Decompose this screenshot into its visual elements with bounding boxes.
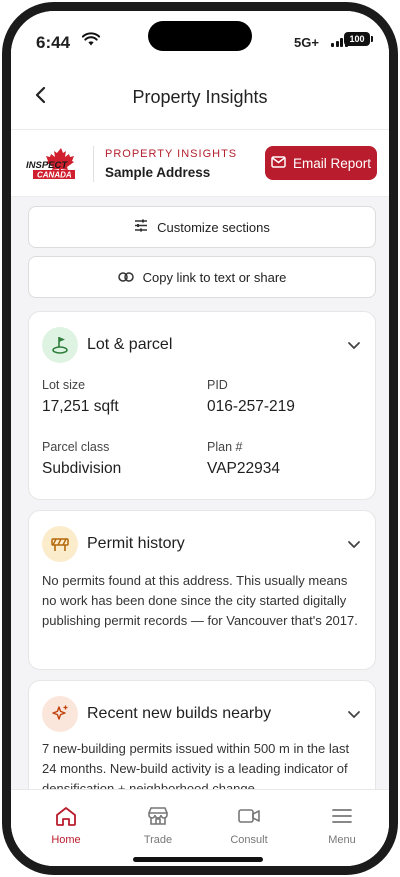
tab-trade[interactable]: Trade <box>123 804 193 846</box>
home-indicator <box>133 857 263 862</box>
plan-number-value: VAP22934 <box>207 460 280 477</box>
permit-history-text: No permits found at this address. This u… <box>42 573 358 628</box>
tab-trade-label: Trade <box>143 834 173 846</box>
report-header: INSPECT CANADA PROPERTY INSIGHTS Sample … <box>11 129 389 197</box>
envelope-icon <box>271 155 286 171</box>
permit-history-card: Permit history No permits found at this … <box>28 510 376 670</box>
permit-history-title: Permit history <box>87 535 185 552</box>
tab-consult-label: Consult <box>230 834 268 846</box>
barrier-icon <box>42 526 78 562</box>
chevron-down-icon[interactable] <box>347 707 361 721</box>
report-kicker: PROPERTY INSIGHTS <box>105 148 238 160</box>
lot-parcel-title: Lot & parcel <box>87 336 173 353</box>
storefront-icon <box>148 807 168 825</box>
pid-label: PID <box>207 378 228 392</box>
customize-sections-label: Customize sections <box>157 219 270 235</box>
tab-consult[interactable]: Consult <box>214 804 284 846</box>
screen: 6:44 5G+ 100 Property Insights INSPECT C… <box>11 11 389 866</box>
tab-menu[interactable]: Menu <box>307 804 377 846</box>
tab-home-label: Home <box>51 834 81 846</box>
chevron-down-icon[interactable] <box>347 537 361 551</box>
property-address: Sample Address <box>105 165 211 180</box>
tab-menu-label: Menu <box>328 834 356 846</box>
logo-text-top: INSPECT <box>26 160 68 171</box>
inspect-canada-logo: INSPECT CANADA <box>25 146 81 182</box>
wifi-icon <box>81 32 101 51</box>
status-time: 6:44 <box>36 33 71 52</box>
parcel-class-value: Subdivision <box>42 460 122 477</box>
hamburger-menu-icon <box>332 809 352 823</box>
parcel-flag-icon <box>42 327 78 363</box>
link-icon <box>117 270 134 285</box>
dynamic-island <box>148 21 252 51</box>
home-icon <box>56 807 76 826</box>
parcel-class-label: Parcel class <box>42 440 110 454</box>
lot-size-value: 17,251 sqft <box>42 398 119 415</box>
page-title: Property Insights <box>132 87 268 107</box>
bottom-tab-bar: Home Trade Consult Menu <box>11 789 389 866</box>
nav-header: Property Insights <box>11 67 389 129</box>
email-report-button[interactable]: Email Report <box>265 146 377 180</box>
video-camera-icon <box>238 809 260 823</box>
tab-home[interactable]: Home <box>31 804 101 846</box>
email-report-label: Email Report <box>292 155 372 171</box>
logo-text-bottom: CANADA <box>37 171 72 180</box>
phone-frame: 6:44 5G+ 100 Property Insights INSPECT C… <box>2 2 398 875</box>
sliders-icon <box>134 219 148 235</box>
lot-parcel-card: Lot & parcel Lot size 17,251 sqft PID 01… <box>28 311 376 500</box>
copy-link-label: Copy link to text or share <box>142 269 287 285</box>
customize-sections-button[interactable]: Customize sections <box>28 206 376 248</box>
recent-builds-title: Recent new builds nearby <box>87 705 272 722</box>
lot-size-label: Lot size <box>42 378 86 392</box>
battery-icon: 100 <box>344 32 373 46</box>
sparkle-icon <box>42 696 78 732</box>
plan-number-label: Plan # <box>207 440 243 454</box>
divider <box>93 146 94 182</box>
pid-value: 016-257-219 <box>207 398 295 415</box>
copy-link-button[interactable]: Copy link to text or share <box>28 256 376 298</box>
network-label: 5G+ <box>294 35 319 50</box>
chevron-down-icon[interactable] <box>347 338 361 352</box>
status-bar: 6:44 5G+ 100 <box>11 11 389 67</box>
